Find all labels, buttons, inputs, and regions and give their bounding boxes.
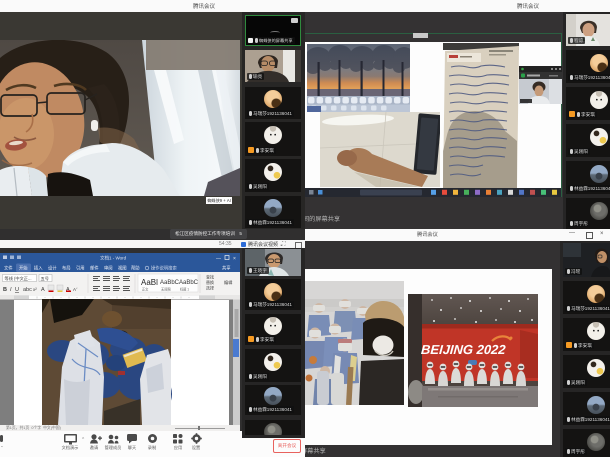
svg-text:帮助: 帮助 xyxy=(131,265,140,272)
svg-text:设置: 设置 xyxy=(192,444,200,451)
svg-text:A: A xyxy=(66,287,70,293)
svg-text:等线 (中文正...: 等线 (中文正... xyxy=(5,275,32,282)
svg-text:审阅: 审阅 xyxy=(104,265,113,272)
svg-text:⌃: ⌃ xyxy=(0,445,4,450)
svg-text:管理成员: 管理成员 xyxy=(105,444,122,451)
svg-text:AaBbC: AaBbC xyxy=(160,280,180,286)
svg-text:U: U xyxy=(15,287,19,293)
svg-text:A⁠ˇ: A⁠ˇ xyxy=(73,287,78,292)
svg-text:标题 1: 标题 1 xyxy=(180,287,189,292)
svg-text:布局: 布局 xyxy=(62,265,71,272)
svg-text:B: B xyxy=(3,287,7,293)
svg-text:文档1 - Word: 文档1 - Word xyxy=(100,255,127,262)
svg-text:邮件: 邮件 xyxy=(90,265,99,272)
svg-text:聊天: 聊天 xyxy=(128,444,137,451)
svg-text:录制: 录制 xyxy=(148,444,156,451)
svg-text:邀请: 邀请 xyxy=(90,444,98,451)
svg-text:插入: 插入 xyxy=(34,265,43,272)
svg-text:应用: 应用 xyxy=(174,444,182,451)
svg-text:替换: 替换 xyxy=(206,279,214,285)
svg-text:选择: 选择 xyxy=(206,285,214,291)
svg-text:查找: 查找 xyxy=(206,274,214,280)
svg-text:—: — xyxy=(216,256,221,262)
svg-text:BEIJING 2022: BEIJING 2022 xyxy=(421,342,507,357)
svg-text:引用: 引用 xyxy=(76,265,85,272)
svg-text:×: × xyxy=(233,256,236,262)
svg-text:A: A xyxy=(41,287,45,293)
svg-text:abc: abc xyxy=(23,287,32,293)
svg-text:⌃: ⌃ xyxy=(81,437,85,443)
svg-text:设计: 设计 xyxy=(48,265,57,272)
svg-text:AaBbC: AaBbC xyxy=(179,280,199,286)
svg-text:文件: 文件 xyxy=(4,265,13,272)
svg-text:共享: 共享 xyxy=(222,265,231,272)
svg-text:x²: x² xyxy=(33,287,37,292)
svg-text:编辑: 编辑 xyxy=(224,279,232,286)
svg-text:开始: 开始 xyxy=(19,265,28,272)
svg-text:AaBl: AaBl xyxy=(141,278,158,287)
svg-text:正文: 正文 xyxy=(142,287,149,292)
svg-text:无间隔: 无间隔 xyxy=(161,287,171,292)
svg-text:视图: 视图 xyxy=(118,265,127,272)
svg-text:文档演示: 文档演示 xyxy=(62,444,79,451)
svg-text:操作说明搜索: 操作说明搜索 xyxy=(151,265,177,272)
